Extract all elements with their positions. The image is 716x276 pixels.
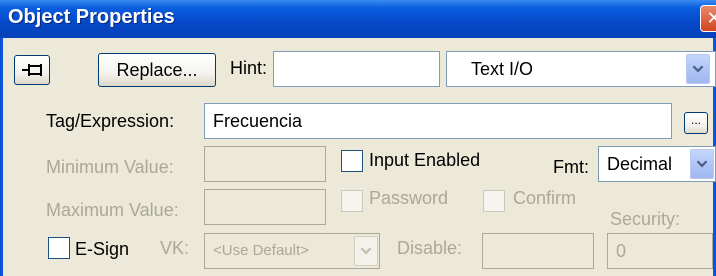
esign-label: E-Sign [75, 239, 130, 259]
tag-browse-button[interactable]: ... [684, 112, 708, 134]
confirm-checkbox[interactable] [483, 190, 505, 212]
disable-label: Disable: [397, 238, 463, 258]
security-label: Security: [610, 209, 681, 229]
pin-button[interactable] [14, 55, 50, 85]
vk-label: VK: [160, 238, 190, 258]
chevron-down-icon [692, 65, 704, 73]
vk-value: <Use Default> [213, 242, 309, 259]
object-type-select[interactable]: Text I/O [446, 51, 716, 87]
chevron-down-icon [360, 247, 372, 255]
minimum-value-input[interactable] [204, 146, 326, 182]
object-type-value: Text I/O [471, 59, 534, 79]
disable-input[interactable] [482, 233, 594, 269]
confirm-label: Confirm [513, 188, 577, 208]
ellipsis-icon: ... [690, 113, 701, 127]
format-label: Fmt: [553, 157, 589, 177]
input-enabled-label: Input Enabled [369, 150, 481, 170]
tag-expression-input[interactable]: Frecuencia [204, 103, 672, 139]
esign-checkbox[interactable] [48, 237, 70, 259]
hint-input[interactable] [273, 51, 440, 87]
maximum-value-input[interactable] [204, 189, 326, 225]
pushpin-icon [22, 64, 42, 76]
replace-button[interactable]: Replace... [98, 53, 216, 87]
close-button[interactable]: ✕ [700, 5, 716, 32]
password-label: Password [369, 188, 449, 208]
password-checkbox[interactable] [341, 190, 363, 212]
format-dropdown-button[interactable] [690, 149, 714, 179]
tag-expression-label: Tag/Expression: [46, 111, 175, 131]
maximum-value-label: Maximum Value: [46, 200, 179, 220]
security-input[interactable]: 0 [607, 233, 713, 269]
object-type-dropdown-button[interactable] [686, 54, 710, 84]
vk-dropdown-button[interactable] [354, 236, 378, 266]
minimum-value-label: Minimum Value: [46, 157, 174, 177]
replace-button-label: Replace... [116, 60, 198, 80]
window-border-left [0, 38, 3, 276]
chevron-down-icon [696, 160, 708, 168]
input-enabled-checkbox[interactable] [341, 150, 363, 172]
close-icon: ✕ [706, 8, 716, 28]
format-value: Decimal [607, 154, 673, 174]
window-title: Object Properties [8, 6, 175, 28]
title-bar[interactable]: Object Properties ✕ [0, 0, 716, 38]
hint-label: Hint: [230, 58, 268, 78]
